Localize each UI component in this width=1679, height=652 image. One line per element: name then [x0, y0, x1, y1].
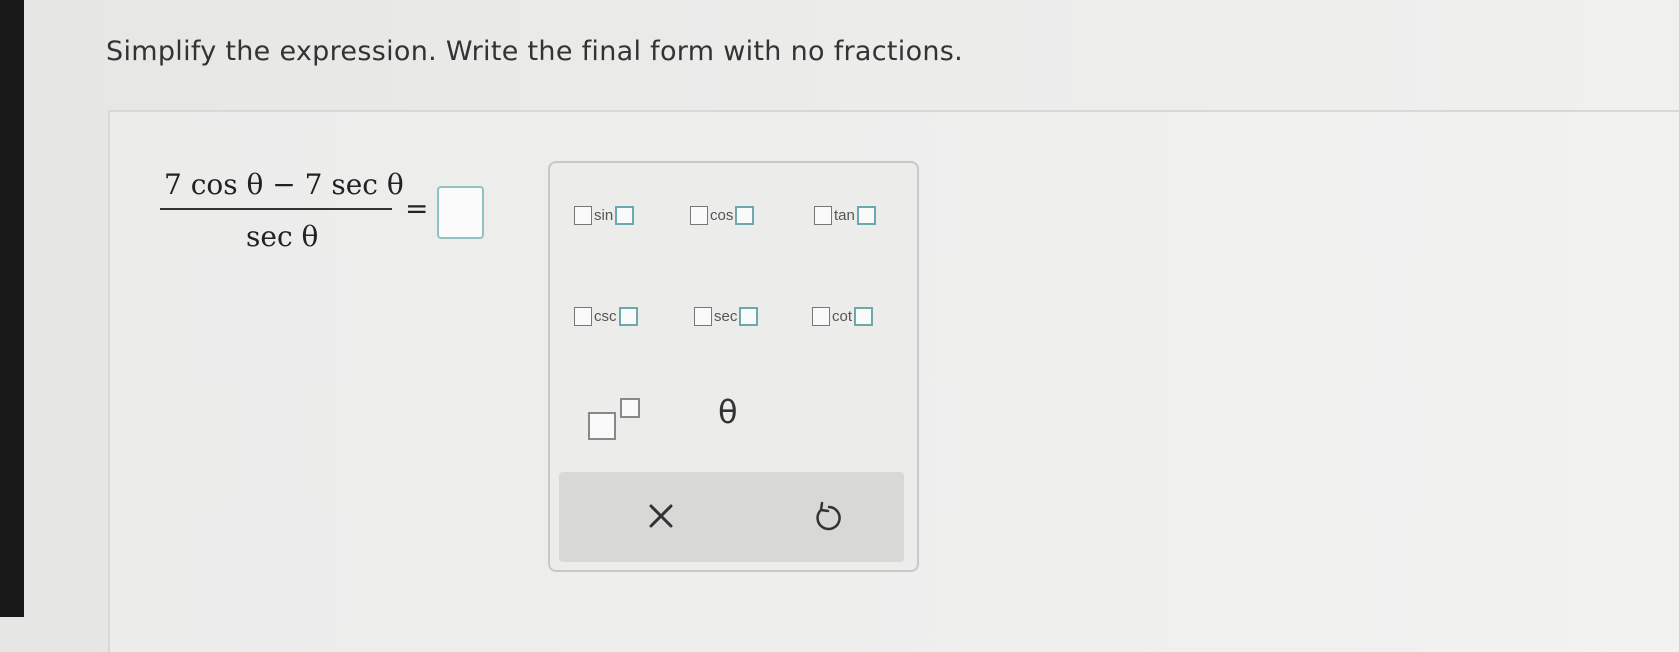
csc-label: csc: [594, 307, 617, 325]
argument-box-icon: [618, 306, 638, 326]
exponent-power-box-icon: [620, 398, 640, 418]
cos-button[interactable]: cos: [690, 203, 755, 227]
cos-label: cos: [710, 206, 734, 224]
equals-sign: =: [405, 192, 429, 225]
placeholder-box-icon: [574, 306, 592, 326]
placeholder-box-icon: [812, 306, 830, 326]
fraction-bar: [160, 208, 392, 210]
argument-box-icon: [856, 205, 876, 225]
cot-label: cot: [832, 307, 853, 325]
placeholder-box-icon: [690, 205, 708, 225]
theta-button[interactable]: θ: [718, 393, 738, 431]
cot-button[interactable]: cot: [812, 304, 874, 328]
sin-label: sin: [594, 206, 614, 224]
undo-button[interactable]: [807, 494, 851, 538]
tan-button[interactable]: tan: [814, 203, 876, 227]
placeholder-box-icon: [694, 306, 712, 326]
sec-label: sec: [714, 307, 738, 325]
denominator: sec θ: [246, 220, 319, 253]
x-icon: [649, 504, 673, 528]
csc-button[interactable]: csc: [574, 304, 638, 328]
exponent-base-box-icon: [588, 412, 616, 440]
undo-icon: [816, 501, 841, 531]
question-prompt: Simplify the expression. Write the final…: [106, 36, 964, 67]
argument-box-icon: [735, 205, 755, 225]
answer-input[interactable]: [437, 186, 484, 239]
placeholder-box-icon: [814, 205, 832, 225]
tan-label: tan: [834, 206, 855, 224]
argument-box-icon: [739, 306, 759, 326]
sec-button[interactable]: sec: [694, 304, 759, 328]
math-palette: sin cos tan csc sec cot θ: [548, 161, 919, 572]
exponent-template-button[interactable]: [588, 398, 640, 440]
argument-box-icon: [615, 205, 635, 225]
action-bar: [559, 472, 904, 562]
numerator: 7 cos θ − 7 sec θ: [164, 168, 404, 201]
screen-bezel: [0, 0, 24, 617]
argument-box-icon: [854, 306, 874, 326]
placeholder-box-icon: [574, 205, 592, 225]
clear-button[interactable]: [639, 494, 683, 538]
sin-button[interactable]: sin: [574, 203, 635, 227]
